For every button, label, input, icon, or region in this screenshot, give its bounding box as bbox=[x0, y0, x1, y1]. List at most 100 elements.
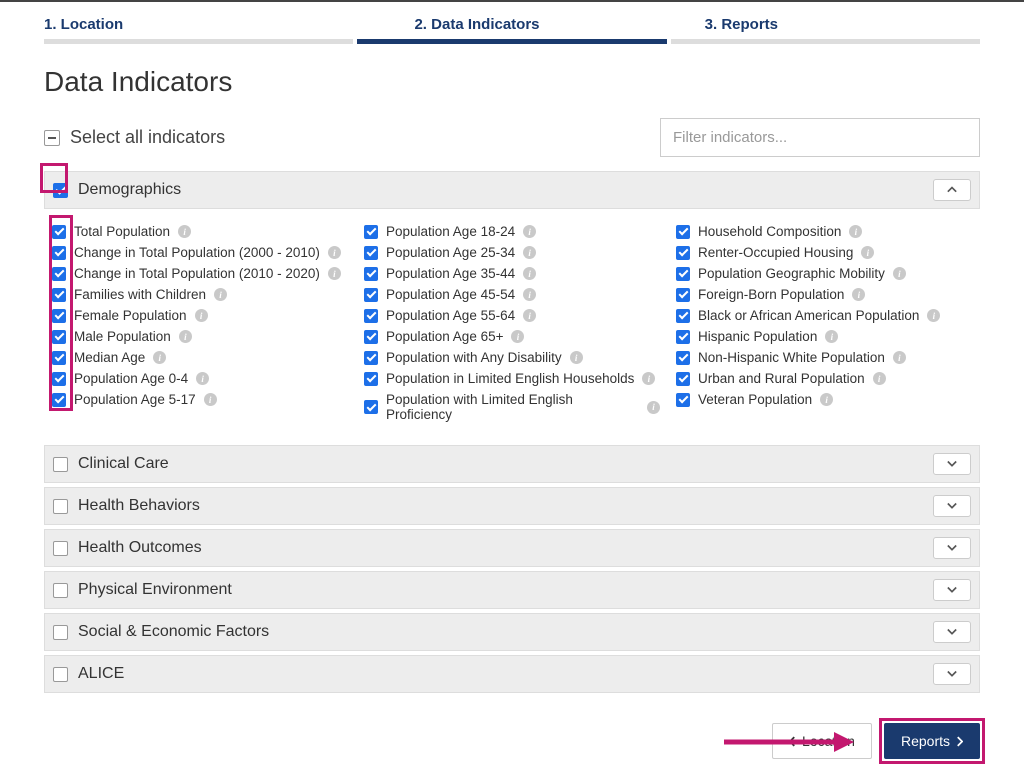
indicator-label: Foreign-Born Population bbox=[698, 287, 844, 302]
indicator-checkbox[interactable] bbox=[676, 246, 690, 260]
info-icon[interactable]: i bbox=[927, 309, 940, 322]
indicator-checkbox[interactable] bbox=[364, 400, 378, 414]
info-icon[interactable]: i bbox=[178, 225, 191, 238]
category-checkbox[interactable] bbox=[53, 499, 68, 514]
info-icon[interactable]: i bbox=[511, 330, 524, 343]
chevron-down-icon[interactable] bbox=[933, 495, 971, 517]
chevron-down-icon[interactable] bbox=[933, 621, 971, 643]
indicator-label: Urban and Rural Population bbox=[698, 371, 865, 386]
indicator-checkbox[interactable] bbox=[364, 288, 378, 302]
category: Social & Economic Factors bbox=[44, 613, 980, 651]
info-icon[interactable]: i bbox=[179, 330, 192, 343]
indicator-checkbox[interactable] bbox=[364, 225, 378, 239]
info-icon[interactable]: i bbox=[204, 393, 217, 406]
indicator-checkbox[interactable] bbox=[364, 246, 378, 260]
indicator-checkbox[interactable] bbox=[364, 351, 378, 365]
indicator-item: Hispanic Populationi bbox=[676, 328, 972, 345]
category-header-social-economic-factors[interactable]: Social & Economic Factors bbox=[44, 613, 980, 651]
chevron-up-icon[interactable] bbox=[933, 179, 971, 201]
info-icon[interactable]: i bbox=[153, 351, 166, 364]
info-icon[interactable]: i bbox=[328, 267, 341, 280]
info-icon[interactable]: i bbox=[820, 393, 833, 406]
category-checkbox[interactable] bbox=[53, 183, 68, 198]
info-icon[interactable]: i bbox=[893, 351, 906, 364]
filter-input[interactable] bbox=[660, 118, 980, 157]
info-icon[interactable]: i bbox=[873, 372, 886, 385]
indicator-checkbox[interactable] bbox=[364, 330, 378, 344]
indicator-checkbox[interactable] bbox=[364, 309, 378, 323]
info-icon[interactable]: i bbox=[195, 309, 208, 322]
indicator-checkbox[interactable] bbox=[364, 372, 378, 386]
next-button[interactable]: Reports bbox=[884, 723, 980, 759]
info-icon[interactable]: i bbox=[523, 225, 536, 238]
info-icon[interactable]: i bbox=[570, 351, 583, 364]
category-header-clinical-care[interactable]: Clinical Care bbox=[44, 445, 980, 483]
category-label: Demographics bbox=[78, 181, 933, 199]
back-button[interactable]: Location bbox=[772, 723, 872, 759]
indicator-checkbox[interactable] bbox=[676, 225, 690, 239]
info-icon[interactable]: i bbox=[861, 246, 874, 259]
indicator-item: Male Populationi bbox=[52, 328, 348, 345]
info-icon[interactable]: i bbox=[523, 246, 536, 259]
indicator-checkbox[interactable] bbox=[52, 330, 66, 344]
chevron-down-icon[interactable] bbox=[933, 663, 971, 685]
info-icon[interactable]: i bbox=[523, 309, 536, 322]
category-checkbox[interactable] bbox=[53, 667, 68, 682]
indicator-checkbox[interactable] bbox=[52, 267, 66, 281]
indicator-checkbox[interactable] bbox=[364, 267, 378, 281]
indicator-checkbox[interactable] bbox=[676, 267, 690, 281]
info-icon[interactable]: i bbox=[214, 288, 227, 301]
category-header-health-outcomes[interactable]: Health Outcomes bbox=[44, 529, 980, 567]
category-header-demographics[interactable]: Demographics bbox=[44, 171, 980, 209]
indicator-checkbox[interactable] bbox=[52, 225, 66, 239]
progress-bar bbox=[44, 39, 980, 44]
info-icon[interactable]: i bbox=[893, 267, 906, 280]
indicator-checkbox[interactable] bbox=[52, 351, 66, 365]
indicator-label: Change in Total Population (2010 - 2020) bbox=[74, 266, 320, 281]
info-icon[interactable]: i bbox=[196, 372, 209, 385]
select-all-checkbox[interactable] bbox=[44, 130, 60, 146]
category-checkbox[interactable] bbox=[53, 541, 68, 556]
indicator-checkbox[interactable] bbox=[676, 309, 690, 323]
indicator-grid: Total PopulationiChange in Total Populat… bbox=[44, 209, 980, 441]
indicator-checkbox[interactable] bbox=[52, 309, 66, 323]
category-checkbox[interactable] bbox=[53, 625, 68, 640]
category-header-physical-environment[interactable]: Physical Environment bbox=[44, 571, 980, 609]
category: ALICE bbox=[44, 655, 980, 693]
category-checkbox[interactable] bbox=[53, 457, 68, 472]
info-icon[interactable]: i bbox=[523, 288, 536, 301]
indicator-item: Population in Limited English Households… bbox=[364, 370, 660, 387]
info-icon[interactable]: i bbox=[523, 267, 536, 280]
step-reports[interactable]: 3. Reports bbox=[615, 10, 980, 39]
step-location[interactable]: 1. Location bbox=[44, 10, 319, 39]
info-icon[interactable]: i bbox=[852, 288, 865, 301]
indicator-item: Population with Any Disabilityi bbox=[364, 349, 660, 366]
info-icon[interactable]: i bbox=[825, 330, 838, 343]
category-checkbox[interactable] bbox=[53, 583, 68, 598]
indicator-checkbox[interactable] bbox=[52, 372, 66, 386]
chevron-down-icon[interactable] bbox=[933, 537, 971, 559]
category-label: ALICE bbox=[78, 665, 933, 683]
indicator-label: Median Age bbox=[74, 350, 145, 365]
info-icon[interactable]: i bbox=[849, 225, 862, 238]
indicator-checkbox[interactable] bbox=[676, 372, 690, 386]
info-icon[interactable]: i bbox=[642, 372, 655, 385]
info-icon[interactable]: i bbox=[647, 401, 660, 414]
category: Physical Environment bbox=[44, 571, 980, 609]
category-header-health-behaviors[interactable]: Health Behaviors bbox=[44, 487, 980, 525]
info-icon[interactable]: i bbox=[328, 246, 341, 259]
chevron-down-icon[interactable] bbox=[933, 579, 971, 601]
indicator-checkbox[interactable] bbox=[676, 393, 690, 407]
category-header-alice[interactable]: ALICE bbox=[44, 655, 980, 693]
indicator-checkbox[interactable] bbox=[52, 393, 66, 407]
indicator-checkbox[interactable] bbox=[676, 288, 690, 302]
indicator-item: Household Compositioni bbox=[676, 223, 972, 240]
chevron-down-icon[interactable] bbox=[933, 453, 971, 475]
step-data-indicators[interactable]: 2. Data Indicators bbox=[319, 10, 614, 39]
indicator-label: Population Age 0-4 bbox=[74, 371, 188, 386]
nav-row: Location Reports bbox=[44, 723, 980, 759]
indicator-checkbox[interactable] bbox=[676, 351, 690, 365]
indicator-checkbox[interactable] bbox=[52, 288, 66, 302]
indicator-checkbox[interactable] bbox=[52, 246, 66, 260]
indicator-checkbox[interactable] bbox=[676, 330, 690, 344]
